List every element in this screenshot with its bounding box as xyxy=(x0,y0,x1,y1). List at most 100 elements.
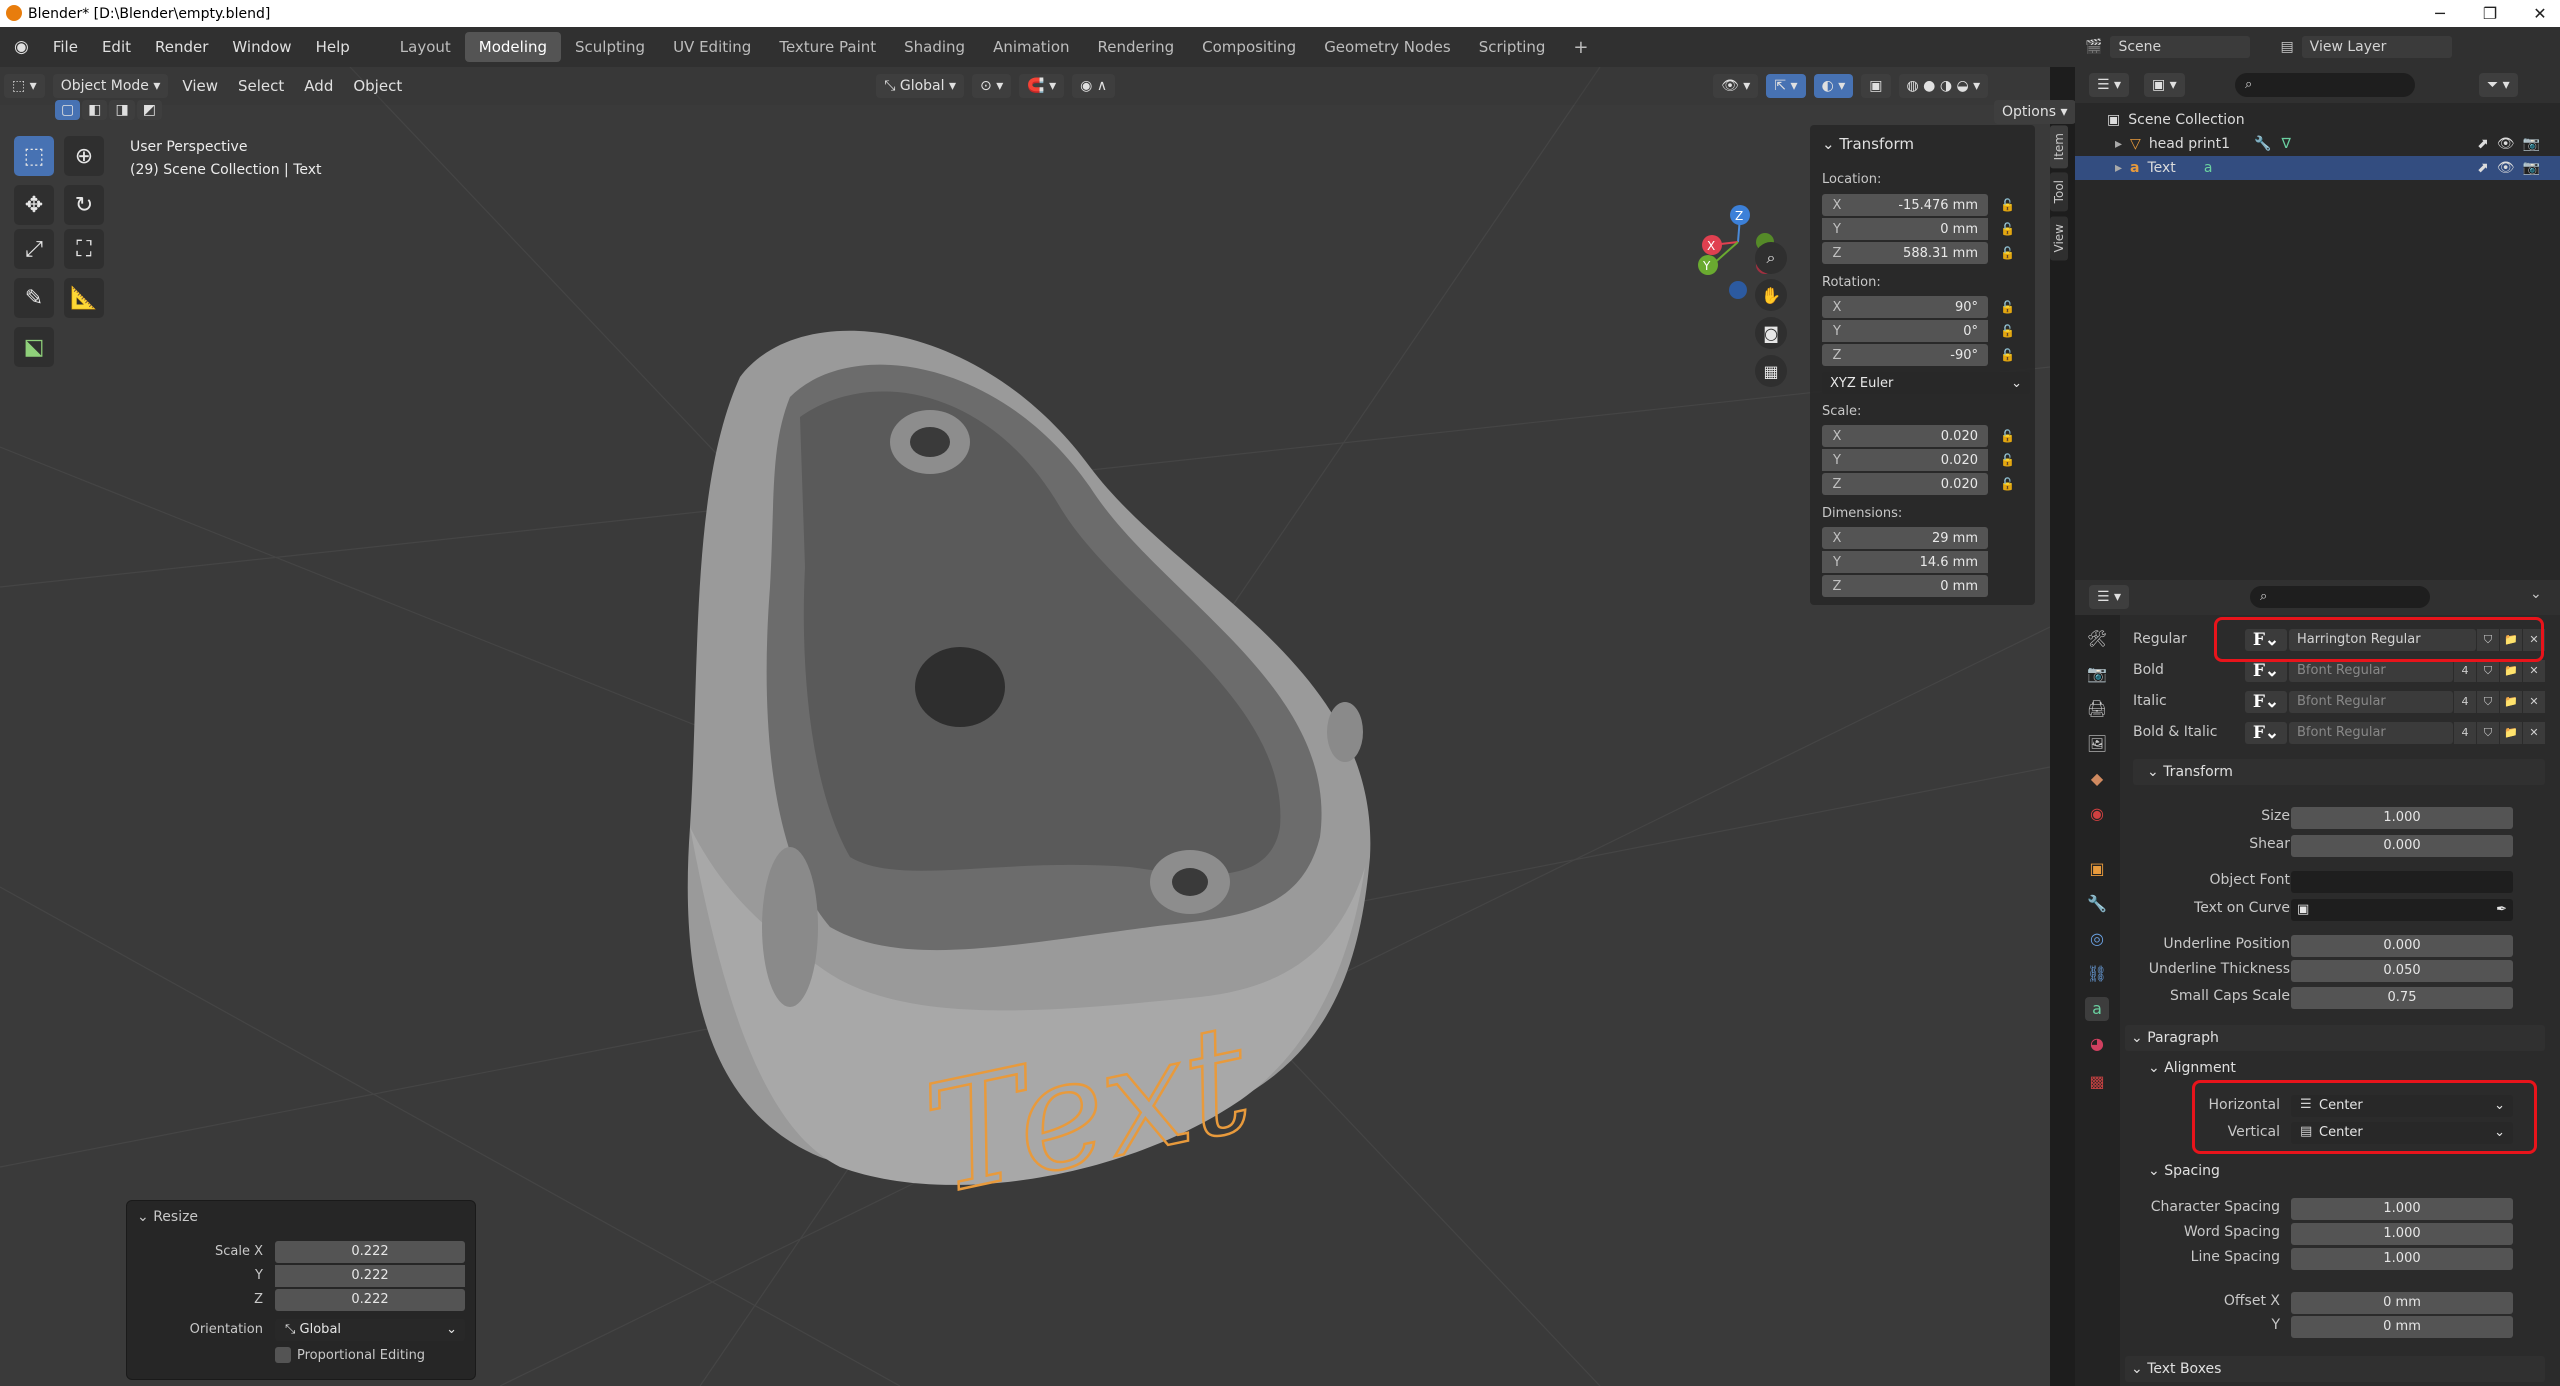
tab-rendering[interactable]: Rendering xyxy=(1084,32,1189,62)
eyedropper-icon[interactable]: ✒ xyxy=(2496,899,2513,921)
transform-section-header[interactable]: ⌄ Transform xyxy=(2133,759,2545,785)
tab-geometry-nodes[interactable]: Geometry Nodes xyxy=(1310,32,1465,62)
visibility-icon[interactable]: 👁 ▾ xyxy=(1713,74,1759,98)
fake-user-icon[interactable]: ⛉ xyxy=(2477,691,2499,713)
menu-select[interactable]: Select xyxy=(228,77,294,95)
object-font-field[interactable] xyxy=(2291,871,2513,893)
options-dropdown[interactable]: Options ▾ xyxy=(1994,100,2076,124)
fake-user-icon[interactable]: ⛉ xyxy=(2477,722,2499,744)
overlay-icon[interactable]: ◐ ▾ xyxy=(1813,74,1854,98)
menu-view[interactable]: View xyxy=(172,77,228,95)
lock-icon[interactable]: 🔓 xyxy=(2000,348,2018,364)
constraint-tab-icon[interactable]: ⛓ xyxy=(2085,962,2109,986)
tab-texture-paint[interactable]: Texture Paint xyxy=(765,32,890,62)
tab-uv-editing[interactable]: UV Editing xyxy=(659,32,765,62)
proportional-icon[interactable]: ◉ ∧ xyxy=(1072,74,1116,98)
menu-help[interactable]: Help xyxy=(304,38,362,56)
dimensions-y-field[interactable]: Y 14.6 mm xyxy=(1822,551,1988,573)
menu-render[interactable]: Render xyxy=(143,38,220,56)
view-layer-selector[interactable]: View Layer xyxy=(2301,36,2452,58)
scale-x-field[interactable]: X 0.020 xyxy=(1822,425,1988,447)
folder-icon[interactable]: 📁 xyxy=(2500,691,2522,713)
lock-icon[interactable]: 🔓 xyxy=(2000,300,2018,316)
camera-view-icon[interactable]: ◙ xyxy=(1755,317,1787,349)
properties-search-input[interactable]: ⌕ xyxy=(2250,586,2430,608)
snap-icon[interactable]: 🧲 ▾ xyxy=(1019,74,1065,98)
xray-icon[interactable]: ▣ xyxy=(1861,74,1891,98)
cursor-tool-icon[interactable]: ⊕ xyxy=(64,136,104,176)
size-field[interactable]: 1.000 xyxy=(2291,807,2513,829)
tab-scripting[interactable]: Scripting xyxy=(1465,32,1560,62)
tool-tab-icon[interactable]: 🛠 xyxy=(2085,627,2109,651)
add-cube-tool-icon[interactable]: ⬕ xyxy=(14,327,54,367)
tab-shading[interactable]: Shading xyxy=(890,32,979,62)
tab-tool[interactable]: Tool xyxy=(2050,172,2068,212)
filter-icon[interactable]: ⏷ ▾ xyxy=(2479,73,2518,97)
select-invert-icon[interactable]: ◩ xyxy=(136,100,162,120)
folder-icon[interactable]: 📁 xyxy=(2500,660,2522,682)
small-caps-scale-field[interactable]: 0.75 xyxy=(2291,987,2513,1009)
resize-panel-header[interactable]: ⌄ Resize xyxy=(137,1209,198,1225)
lock-icon[interactable]: 🔓 xyxy=(2000,222,2018,238)
visibility-toggles-icon[interactable]: ⬈👁📷 xyxy=(2477,160,2548,176)
dimensions-x-field[interactable]: X 29 mm xyxy=(1822,527,1988,549)
select-subtract-icon[interactable]: ◨ xyxy=(109,100,135,120)
location-y-field[interactable]: Y 0 mm xyxy=(1822,218,1988,240)
object-tab-icon[interactable]: ▣ xyxy=(2085,857,2109,881)
tab-compositing[interactable]: Compositing xyxy=(1188,32,1310,62)
gizmo-icon[interactable]: ⇱ ▾ xyxy=(1766,74,1806,98)
annotate-tool-icon[interactable]: ✎ xyxy=(14,278,54,318)
lock-icon[interactable]: 🔓 xyxy=(2000,429,2018,445)
pivot-icon[interactable]: ⊙ ▾ xyxy=(972,74,1012,98)
ortho-grid-icon[interactable]: ▦ xyxy=(1755,355,1787,387)
3d-viewport[interactable]: Text Z X Y ⌕ ✋ ◙ ▦ xyxy=(0,67,2050,1386)
menu-add[interactable]: Add xyxy=(294,77,343,95)
rotation-z-field[interactable]: Z -90° xyxy=(1822,344,1988,366)
display-mode-icon[interactable]: ☰ ▾ xyxy=(2089,73,2130,97)
world-tab-icon[interactable]: ◉ xyxy=(2085,802,2109,826)
menu-window[interactable]: Window xyxy=(220,38,303,56)
fake-user-icon[interactable]: ⛉ xyxy=(2477,660,2499,682)
mode-dropdown[interactable]: Object Mode ▾ xyxy=(52,74,169,98)
offset-x-field[interactable]: 0 mm xyxy=(2291,1292,2513,1314)
font-name[interactable]: Bfont Regular xyxy=(2289,660,2453,682)
scale-x-field[interactable]: 0.222 xyxy=(275,1241,465,1263)
underline-thickness-field[interactable]: 0.050 xyxy=(2291,960,2513,982)
output-tab-icon[interactable]: 🖨 xyxy=(2085,697,2109,721)
lock-icon[interactable]: 🔓 xyxy=(2000,198,2018,214)
font-browse-icon[interactable]: F⌄ xyxy=(2245,722,2287,744)
lock-icon[interactable]: 🔓 xyxy=(2000,324,2018,340)
unlink-icon[interactable]: ✕ xyxy=(2523,722,2545,744)
folder-icon[interactable]: 📁 xyxy=(2500,722,2522,744)
spacing-subsection-header[interactable]: ⌄ Spacing xyxy=(2148,1163,2220,1179)
lock-icon[interactable]: 🔓 xyxy=(2000,246,2018,262)
font-italic-selector[interactable]: F⌄ Bfont Regular 4 ⛉ 📁 ✕ xyxy=(2245,690,2545,714)
modifier-tab-icon[interactable]: 🔧 xyxy=(2085,892,2109,916)
text-data-tab-icon[interactable]: a xyxy=(2085,997,2109,1021)
alignment-subsection-header[interactable]: ⌄ Alignment xyxy=(2148,1060,2236,1076)
scene-selector[interactable]: Scene xyxy=(2110,36,2251,58)
scale-z-field[interactable]: 0.222 xyxy=(275,1289,465,1311)
shear-field[interactable]: 0.000 xyxy=(2291,835,2513,857)
minimize-icon[interactable]: ─ xyxy=(2415,0,2465,27)
unlink-icon[interactable]: ✕ xyxy=(2523,660,2545,682)
shading-modes-icon[interactable]: ◍ ● ◑ ◒ ▾ xyxy=(1898,74,1989,98)
rotation-y-field[interactable]: Y 0° xyxy=(1822,320,1988,342)
transform-tool-icon[interactable]: ⛶ xyxy=(64,229,104,269)
menu-file[interactable]: File xyxy=(41,38,90,56)
outliner-search-input[interactable]: ⌕ xyxy=(2235,73,2415,97)
paragraph-section-header[interactable]: ⌄ Paragraph xyxy=(2125,1025,2545,1051)
outliner-root[interactable]: ▣ Scene Collection xyxy=(2075,108,2560,132)
orientation-dropdown[interactable]: ⤡ Global ▾ xyxy=(876,74,965,98)
outliner-item-head-print1[interactable]: ▸ ▽ head print1 🔧 ∇ ⬈👁📷 xyxy=(2075,132,2560,156)
scale-y-field[interactable]: Y 0.020 xyxy=(1822,449,1988,471)
font-name[interactable]: Bfont Regular xyxy=(2289,691,2453,713)
location-z-field[interactable]: Z 588.31 mm xyxy=(1822,242,1988,264)
physics-tab-icon[interactable]: ◎ xyxy=(2085,927,2109,951)
outliner-item-text[interactable]: ▸ a Text a ⬈👁📷 xyxy=(2075,156,2560,180)
close-icon[interactable]: ✕ xyxy=(2515,0,2560,27)
visibility-toggles-icon[interactable]: ⬈👁📷 xyxy=(2477,136,2548,152)
tab-animation[interactable]: Animation xyxy=(979,32,1083,62)
offset-y-field[interactable]: 0 mm xyxy=(2291,1316,2513,1338)
underline-position-field[interactable]: 0.000 xyxy=(2291,935,2513,957)
